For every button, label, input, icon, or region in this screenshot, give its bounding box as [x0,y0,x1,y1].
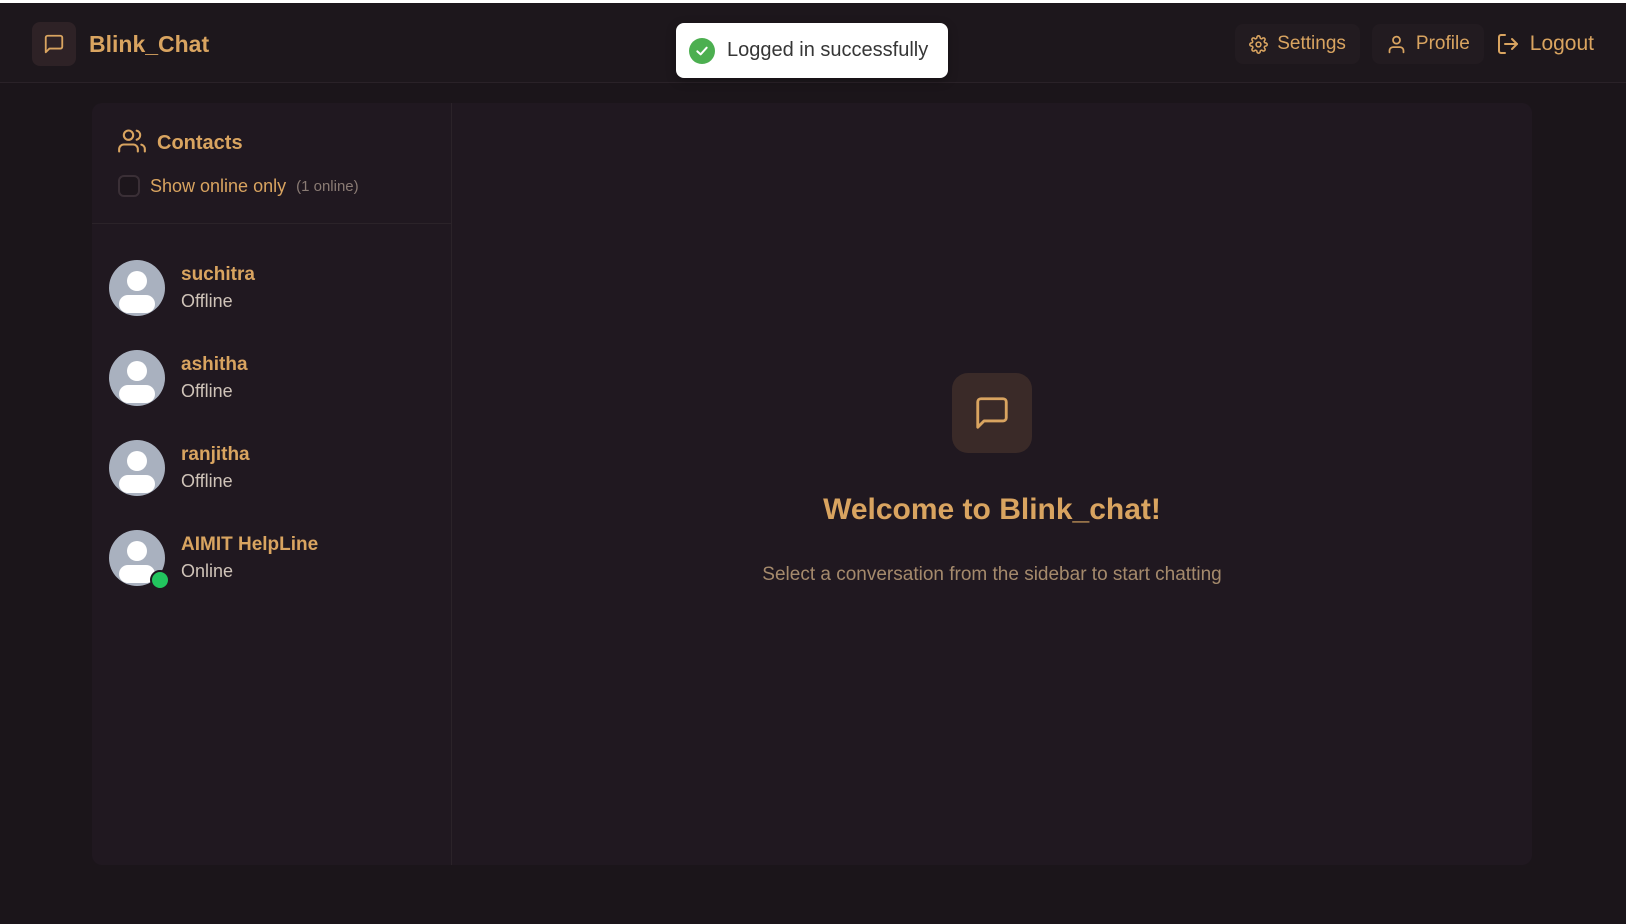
default-avatar-icon [109,440,165,496]
contact-status: Offline [181,471,233,491]
nav-actions: Settings Profile Logout [1223,24,1594,64]
avatar [92,260,165,316]
gear-icon [1249,34,1269,54]
profile-label: Profile [1415,33,1470,54]
toast-message: Logged in successfully [727,39,929,61]
logout-label: Logout [1529,32,1594,55]
show-online-label[interactable]: Show online only [150,176,286,197]
online-filter[interactable]: Show online only (1 online) [118,175,359,197]
sidebar-header: Contacts Show online only (1 online) [92,103,452,224]
logout-button[interactable]: Logout [1496,24,1594,64]
avatar [92,530,170,590]
contact-item[interactable]: AIMIT HelpLine Online [92,513,452,603]
avatar [92,350,165,406]
show-online-checkbox[interactable] [118,175,140,197]
online-count: (1 online) [296,177,359,195]
contact-item[interactable]: suchitra Offline [92,243,452,333]
chat-bubble-icon [952,373,1032,453]
profile-button[interactable]: Profile [1371,24,1484,64]
default-avatar-icon [109,350,165,406]
online-indicator [150,570,170,590]
main-card: Contacts Show online only (1 online) suc… [92,103,1532,865]
welcome-panel: Welcome to Blink_chat! Select a conversa… [452,103,1532,865]
contact-status: Offline [181,381,233,401]
logout-icon [1496,32,1520,56]
brand-link[interactable]: Blink_Chat [32,22,209,66]
user-icon [1386,34,1407,55]
users-icon [118,127,146,160]
contact-name: ranjitha [181,444,250,465]
contact-name: ashitha [181,354,248,375]
sidebar: Contacts Show online only (1 online) suc… [92,103,452,865]
contact-item[interactable]: ashitha Offline [92,333,452,423]
welcome-subtitle: Select a conversation from the sidebar t… [762,564,1222,585]
welcome-title: Welcome to Blink_chat! [823,493,1161,526]
contact-list: suchitra Offline ashitha Offline ranjith… [92,243,452,603]
settings-label: Settings [1277,33,1346,54]
contact-name: suchitra [181,264,255,285]
avatar [92,440,165,496]
brand-name: Blink_Chat [89,30,210,57]
toast-notification: Logged in successfully [676,23,948,78]
contact-name: AIMIT HelpLine [181,534,319,555]
contact-status: Online [181,561,234,581]
settings-button[interactable]: Settings [1235,24,1360,64]
default-avatar-icon [109,260,165,316]
contacts-heading: Contacts [118,127,243,160]
contact-item[interactable]: ranjitha Offline [92,423,452,513]
chat-bubble-icon [32,22,76,66]
contacts-title: Contacts [157,132,243,154]
check-circle-icon [689,37,715,64]
contact-status: Offline [181,291,233,311]
